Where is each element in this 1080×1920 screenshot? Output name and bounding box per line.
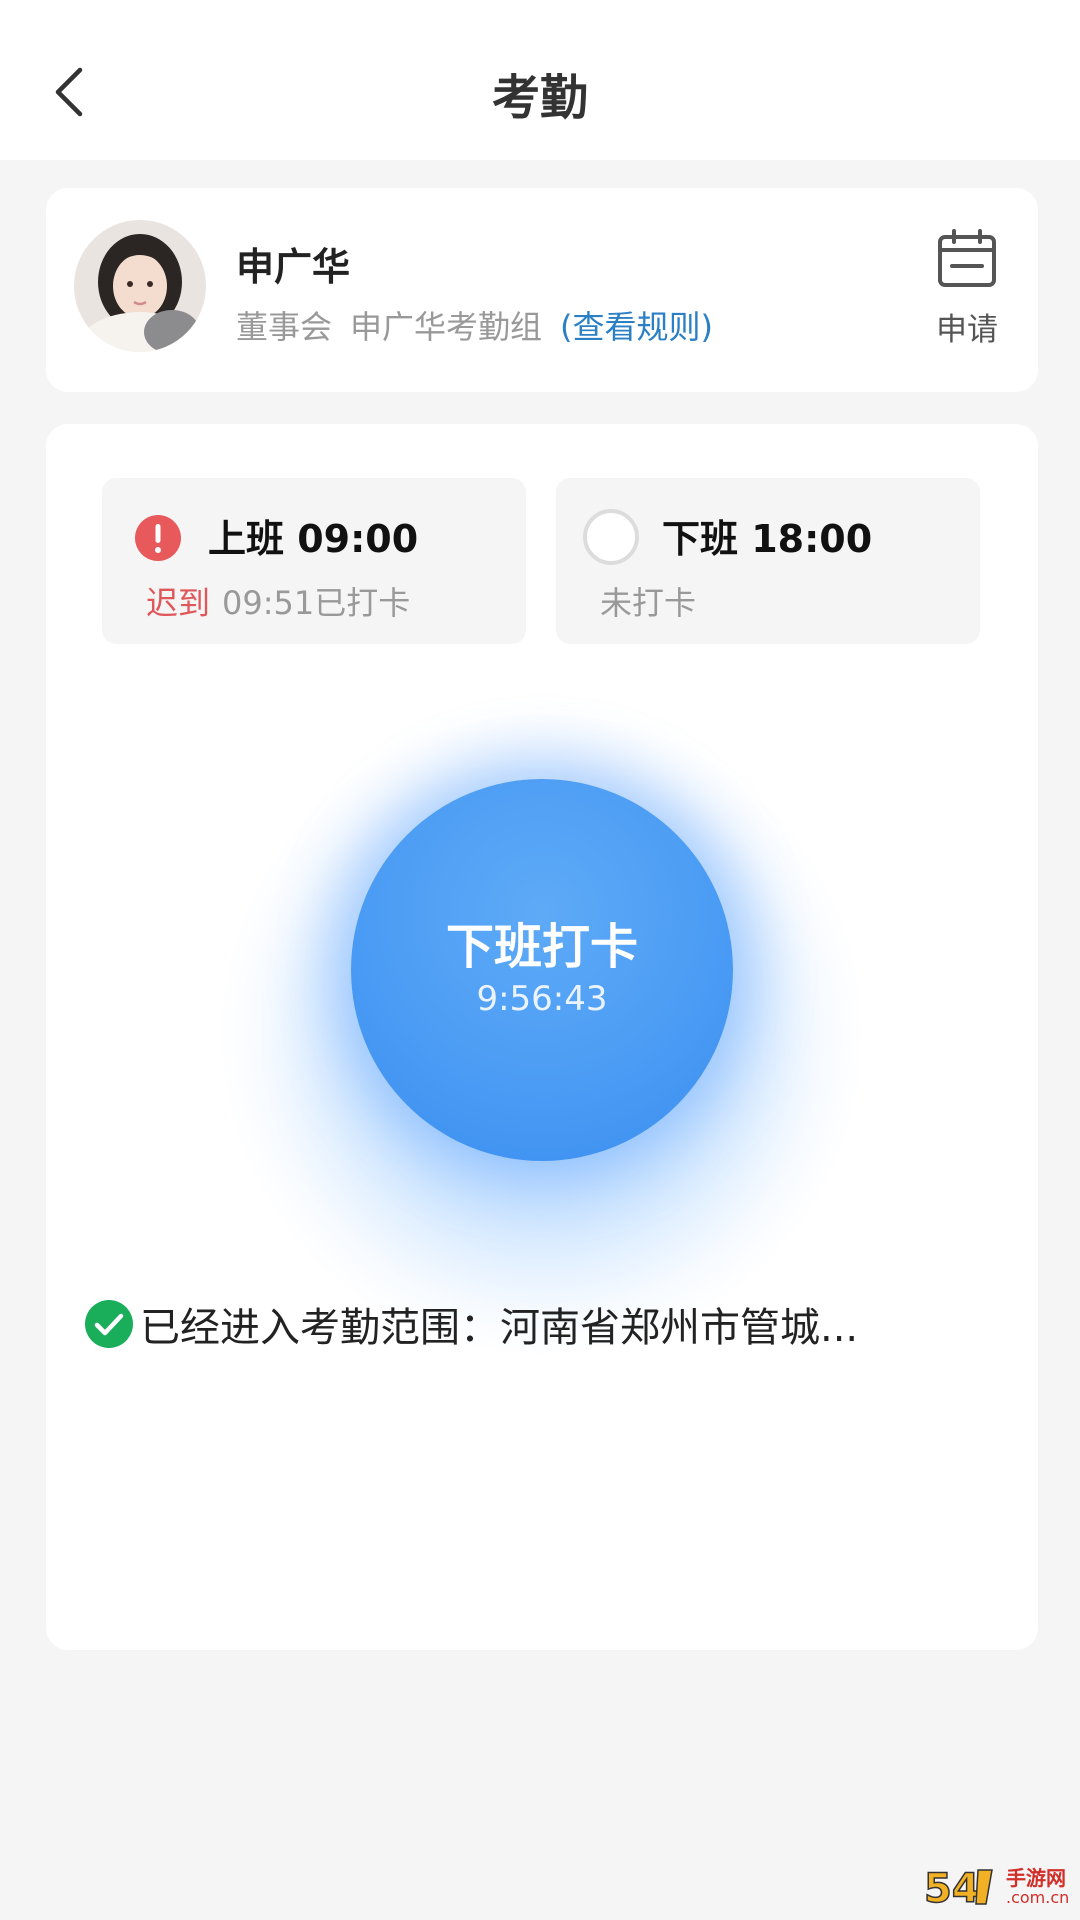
location-text: 已经进入考勤范围：河南省郑州市管城... <box>140 1305 859 1351</box>
empty-circle-icon <box>583 509 639 565</box>
page-title: 考勤 <box>491 70 588 126</box>
check-circle-icon <box>85 1300 133 1348</box>
user-meta: 董事会 申广华考勤组 (查看规则) <box>236 302 713 348</box>
calendar-icon <box>938 229 996 287</box>
location-status: 已经进入考勤范围：河南省郑州市管城... <box>84 1294 1004 1354</box>
watermark-text: 手游网 <box>1006 1866 1066 1890</box>
off-duty-status: 未打卡 <box>600 584 697 622</box>
top-bar: 考勤 <box>0 0 1080 160</box>
site-watermark: 54 手游网 .com.cn <box>922 1856 1072 1916</box>
late-tag: 迟到 <box>146 584 211 622</box>
group-label: 申广华考勤组 <box>350 308 543 346</box>
attendance-card: 上班 09:00 迟到 09:51已打卡 下班 18:00 未打卡 下班打卡 9:… <box>46 424 1038 1650</box>
watermark-domain: .com.cn <box>1006 1888 1070 1907</box>
punch-label: 下班打卡 <box>445 919 638 975</box>
apply-label: 申请 <box>936 312 998 348</box>
on-duty-status: 迟到 09:51已打卡 <box>146 578 410 624</box>
user-name: 申广华 <box>236 245 351 289</box>
svg-text:54: 54 <box>924 1866 980 1912</box>
on-duty-shift[interactable]: 上班 09:00 迟到 09:51已打卡 <box>102 478 526 644</box>
off-duty-title: 下班 18:00 <box>662 517 873 561</box>
alert-icon <box>135 515 181 561</box>
punch-button[interactable]: 下班打卡 9:56:43 <box>351 779 733 1161</box>
avatar[interactable] <box>74 220 206 352</box>
apply-button[interactable]: 申请 <box>924 228 1010 348</box>
profile-card: 申广华 董事会 申广华考勤组 (查看规则) 申请 <box>46 188 1038 392</box>
punch-clock: 9:56:43 <box>476 979 608 1019</box>
on-duty-punch-time: 09:51已打卡 <box>222 584 411 622</box>
department-label: 董事会 <box>236 308 333 346</box>
on-duty-title: 上班 09:00 <box>208 517 419 561</box>
view-rules-link[interactable]: (查看规则) <box>560 308 713 346</box>
off-duty-shift[interactable]: 下班 18:00 未打卡 <box>556 478 980 644</box>
